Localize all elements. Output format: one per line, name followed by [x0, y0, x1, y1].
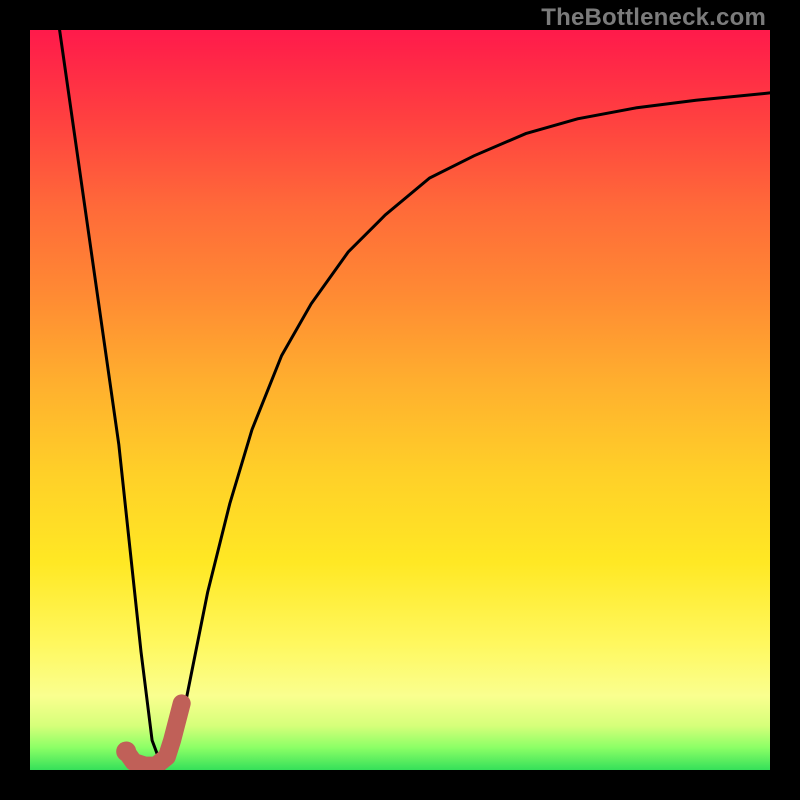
chart-svg: [30, 30, 770, 770]
marker-path: [126, 703, 182, 765]
bottleneck-curve: [60, 30, 770, 770]
marker-dot: [116, 742, 136, 762]
watermark-text: TheBottleneck.com: [541, 4, 766, 32]
chart-frame: TheBottleneck.com: [0, 0, 800, 800]
chart-plot-area: [30, 30, 770, 770]
